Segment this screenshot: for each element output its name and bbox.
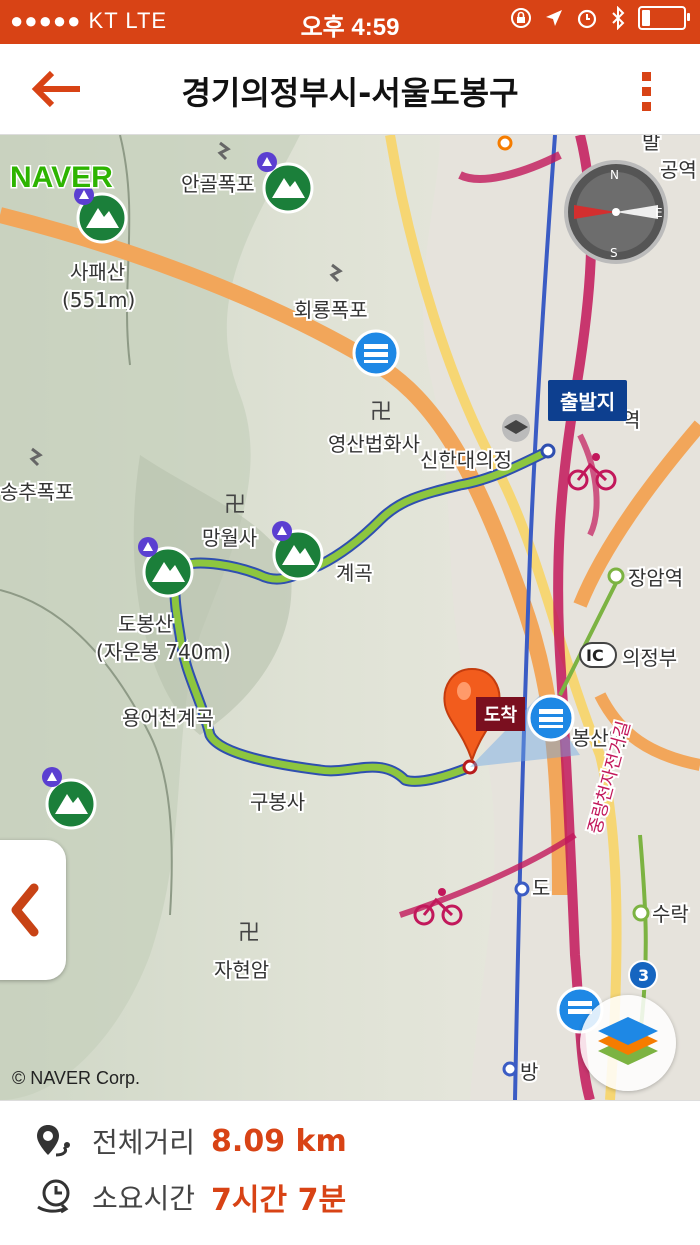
map-label: (551m) <box>62 288 135 312</box>
map-label: 계곡 <box>336 561 373 585</box>
more-vertical-icon[interactable] <box>642 72 652 112</box>
distance-value: 8.09 km <box>211 1123 347 1159</box>
station-icon <box>632 904 650 922</box>
naver-logo: NAVER <box>10 161 113 194</box>
station-icon <box>607 567 625 585</box>
page-title: 경기의정부시-서울도봉구 <box>181 74 519 112</box>
status-icons <box>510 6 690 30</box>
summit-icon <box>272 521 292 541</box>
mountain-icon[interactable] <box>45 778 97 830</box>
map-label: 의정부 <box>622 646 677 670</box>
route-start-point <box>540 443 556 459</box>
map-label: 영산법화사 <box>328 432 420 456</box>
map-label: 도봉산 <box>118 612 173 636</box>
summit-icon <box>257 152 277 172</box>
time-row: 소요시간 7시간 7분 <box>34 1177 347 1218</box>
time-value: 7시간 7분 <box>211 1183 347 1218</box>
school-icon <box>502 414 530 442</box>
map-label: (자운봉 740m) <box>96 640 231 664</box>
distance-row: 전체거리 8.09 km <box>34 1121 347 1161</box>
status-bar: ●●●●● KT LTE 오후 4:59 <box>0 0 700 44</box>
map-copyright: © NAVER Corp. <box>12 1068 140 1088</box>
map-label: 망월사 <box>202 526 257 550</box>
route-summary: 전체거리 8.09 km 소요시간 7시간 7분 <box>0 1100 700 1245</box>
map-label: 장암역 <box>628 566 683 590</box>
map-label: 회룡폭포 <box>294 298 368 322</box>
map-label: 안골폭포 <box>181 172 255 196</box>
svg-text:E: E <box>655 206 663 220</box>
layers-button[interactable] <box>580 995 676 1091</box>
collapse-icon <box>11 883 39 937</box>
mountain-icon[interactable] <box>262 162 314 214</box>
compass-icon[interactable]: N S E <box>564 160 668 264</box>
map-label: 방 <box>520 1060 538 1084</box>
station-icon <box>502 1061 518 1077</box>
map-canvas[interactable]: 卍 卍 卍 안골폭포 사패산 (551m) 회룡폭포 영산법화사 신한대의정 송… <box>0 135 700 1100</box>
svg-text:N: N <box>610 168 619 182</box>
map-label: 신한대의정 <box>420 448 512 472</box>
app-header: 경기의정부시-서울도봉구 <box>0 44 700 135</box>
bus-icon[interactable] <box>527 694 575 742</box>
summit-icon <box>138 537 158 557</box>
battery-icon <box>638 6 690 30</box>
distance-label: 전체거리 <box>92 1126 196 1159</box>
temple-icon: 卍 <box>370 400 392 425</box>
time-clock-icon <box>37 1179 70 1214</box>
layers-icon <box>598 1017 658 1065</box>
end-marker[interactable]: 도착 <box>476 697 526 731</box>
bluetooth-icon <box>612 6 625 30</box>
map-label: 도 <box>532 876 550 900</box>
temple-icon: 卍 <box>238 921 260 946</box>
rotation-lock-icon <box>511 8 531 28</box>
summit-icon <box>42 767 62 787</box>
ic-text: IC <box>586 646 604 665</box>
station-icon <box>497 135 513 151</box>
location-arrow-icon <box>546 10 562 26</box>
map-label: 공역 <box>660 158 697 182</box>
collapse-panel-button[interactable] <box>0 840 66 980</box>
map-label: 발 <box>642 135 660 154</box>
map-label: 용어천계곡 <box>122 706 214 730</box>
map-label: 사패산 <box>70 260 125 284</box>
map-label: 자현암 <box>214 958 269 982</box>
start-marker[interactable]: 출발지 <box>548 380 628 421</box>
map-view[interactable]: 卍 卍 卍 안골폭포 사패산 (551m) 회룡폭포 영산법화사 신한대의정 송… <box>0 135 700 1100</box>
station-icon <box>514 881 530 897</box>
svg-text:S: S <box>610 246 618 260</box>
map-label: 송추폭포 <box>0 480 74 504</box>
map-label: 구봉사 <box>250 790 305 814</box>
alarm-icon <box>577 9 597 29</box>
map-label: 수락 <box>652 902 689 926</box>
bus-icon[interactable] <box>352 329 400 377</box>
temple-icon: 卍 <box>224 493 246 518</box>
route-number: 3 <box>638 966 649 985</box>
distance-pin-icon <box>37 1125 70 1157</box>
time-label: 소요시간 <box>92 1182 196 1215</box>
